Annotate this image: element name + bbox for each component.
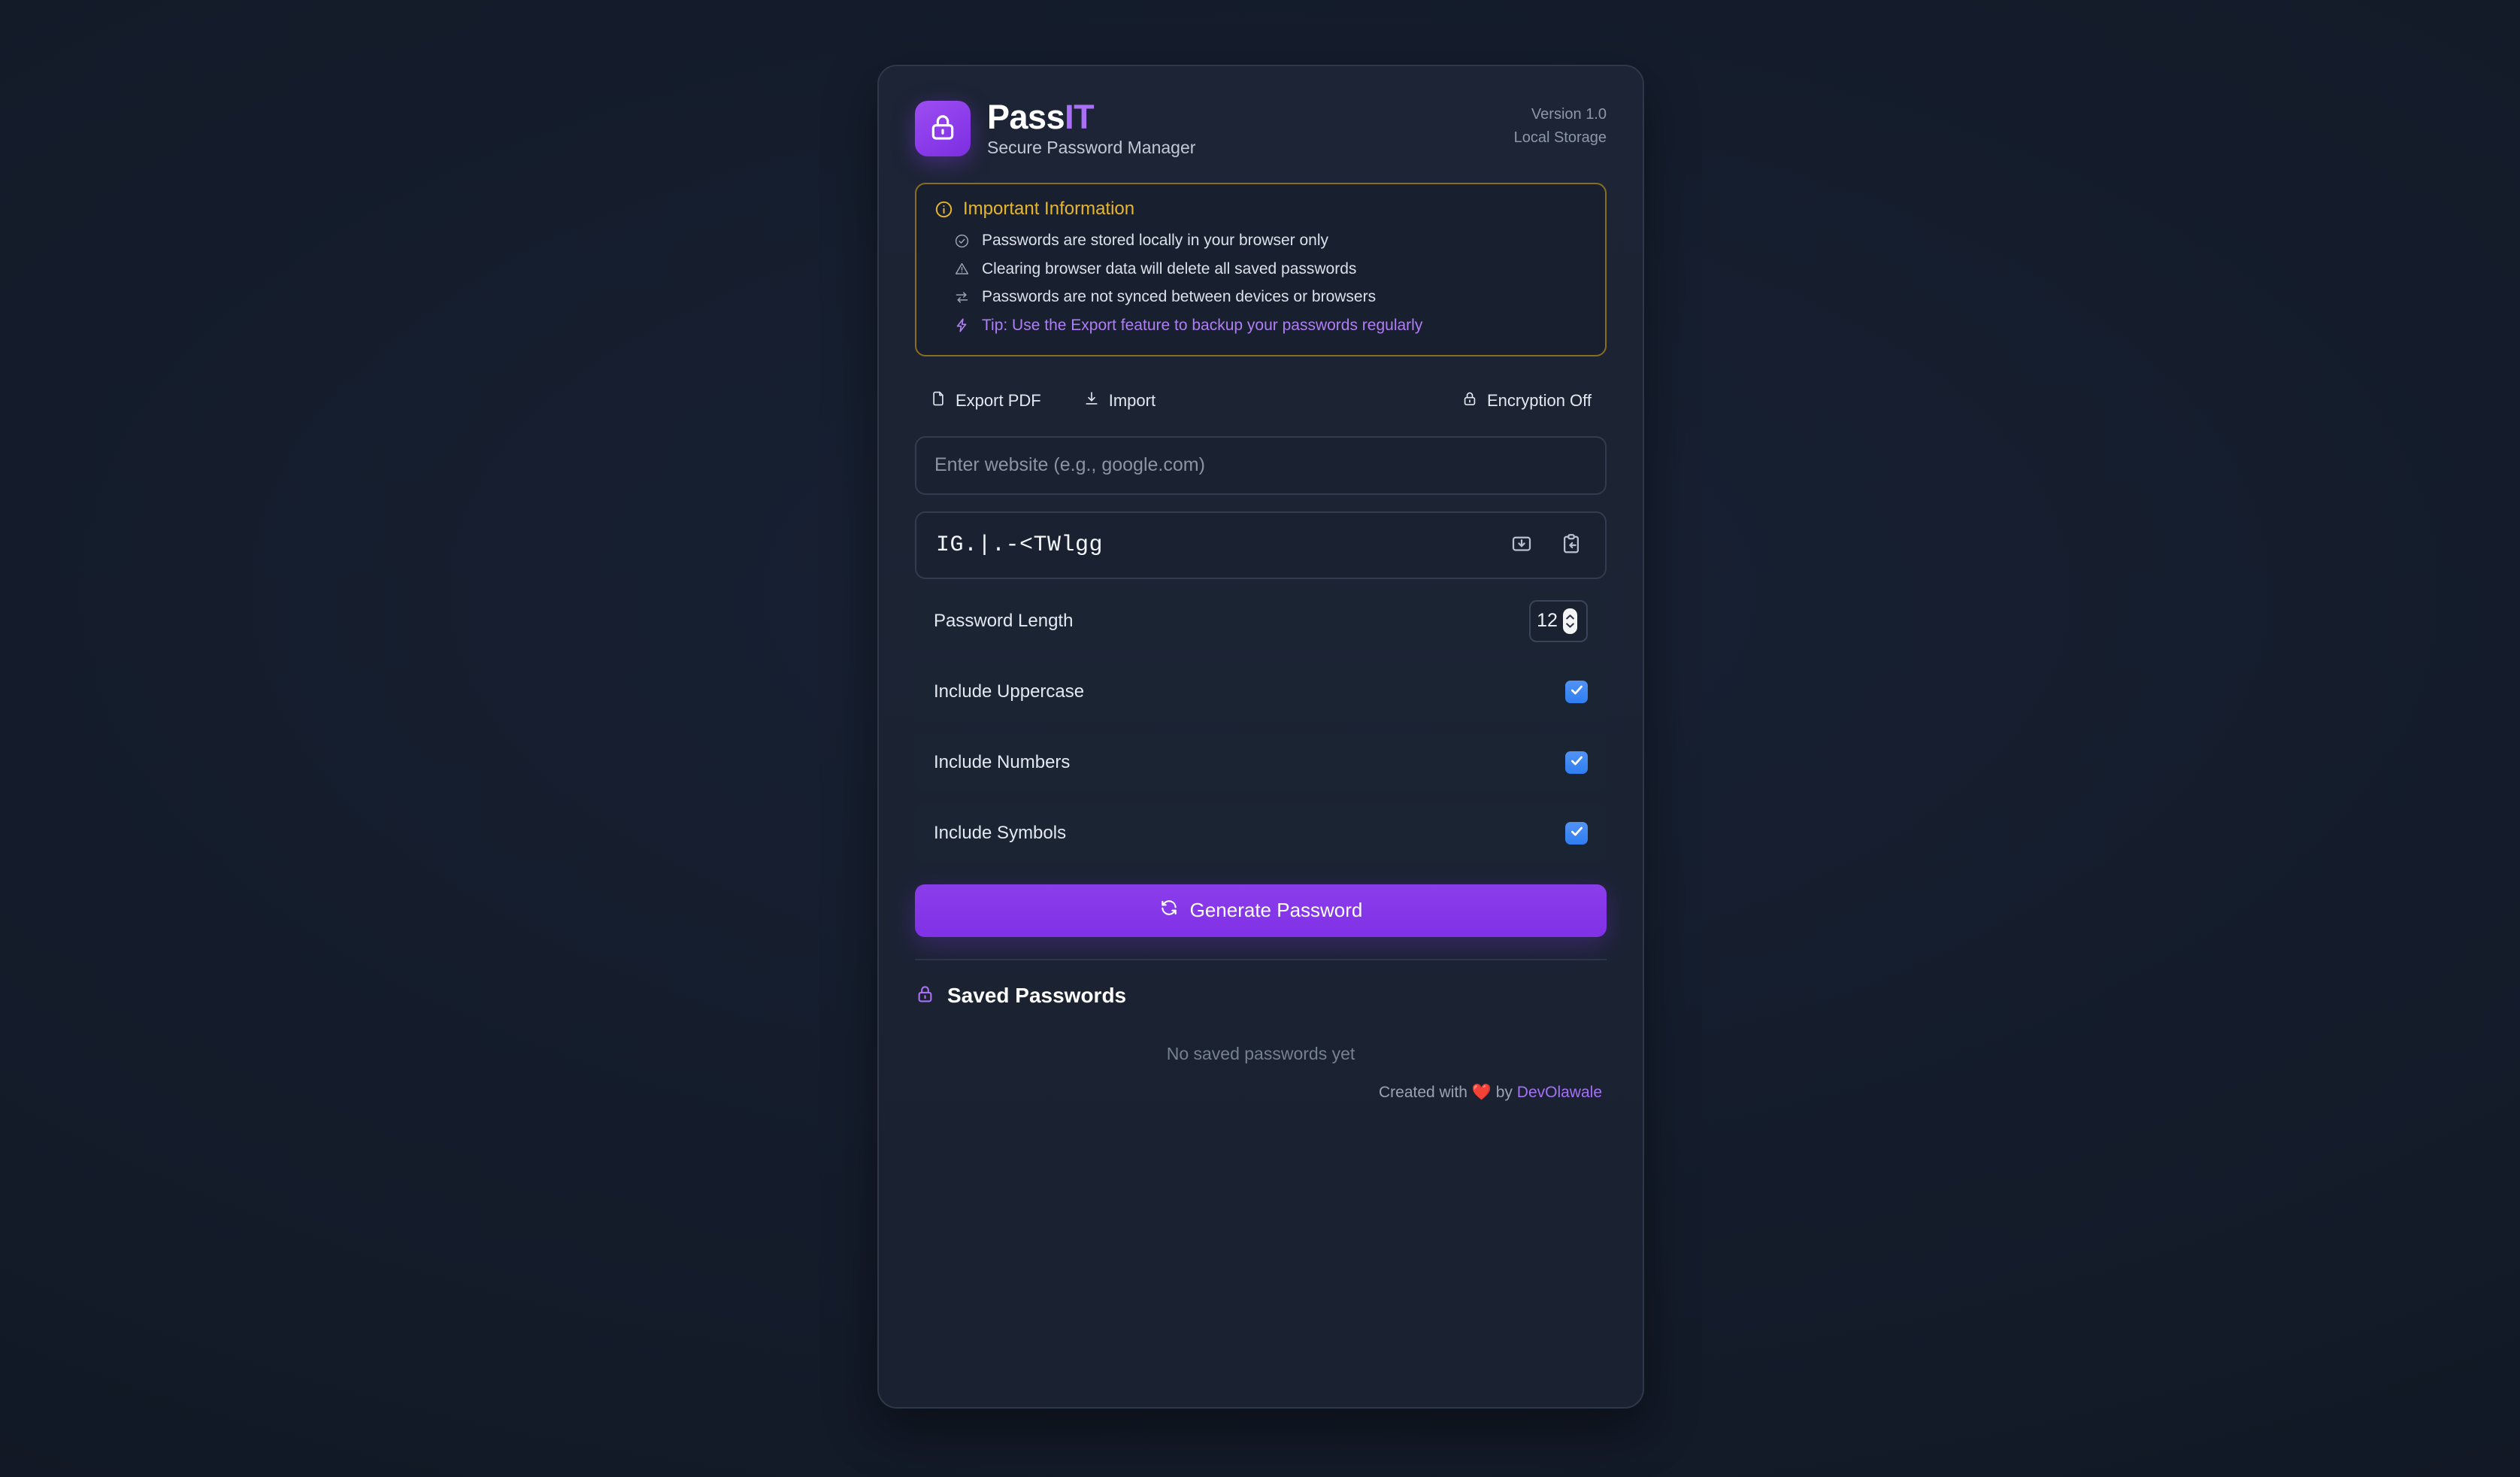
password-length-stepper[interactable]: 12 [1529, 599, 1588, 642]
password-length-row: Password Length 12 [915, 592, 1607, 650]
lightning-bolt-icon [953, 317, 971, 334]
list-item: Passwords are not synced between devices… [953, 284, 1587, 310]
saved-passwords-empty-state: No saved passwords yet [1166, 1043, 1355, 1063]
lock-icon [1461, 390, 1478, 411]
footer-prefix: Created with [1379, 1083, 1467, 1101]
encryption-toggle-button[interactable]: Encryption Off [1460, 387, 1593, 414]
toolbar: Export PDF Import Encryption Off [915, 378, 1607, 424]
lock-icon [915, 984, 935, 1008]
import-button[interactable]: Import [1082, 387, 1157, 414]
info-item-text: Passwords are stored locally in your bro… [982, 232, 1329, 250]
chevron-up-icon[interactable] [1565, 614, 1575, 620]
page-title: PassIT [987, 99, 1195, 135]
app-logo [915, 101, 971, 157]
save-download-icon [1510, 532, 1533, 557]
app-title-main: Pass [987, 98, 1065, 136]
file-icon [930, 390, 947, 411]
app-subtitle: Secure Password Manager [987, 138, 1196, 158]
version-block: Version 1.0 Local Storage [1514, 99, 1607, 147]
saved-passwords-title: Saved Passwords [947, 983, 1127, 1007]
storage-text: Local Storage [1513, 129, 1607, 146]
heart-icon: ❤️ [1471, 1083, 1492, 1101]
info-box-title: Important Information [963, 199, 1135, 220]
clipboard-copy-icon [1560, 532, 1583, 557]
chevron-down-icon[interactable] [1565, 622, 1575, 629]
check-icon [1569, 682, 1585, 702]
include-numbers-row[interactable]: Include Numbers [915, 733, 1607, 791]
brand-text: PassIT Secure Password Manager [987, 99, 1195, 158]
encryption-label: Encryption Off [1487, 390, 1592, 410]
section-divider [915, 958, 1607, 960]
generate-password-label: Generate Password [1189, 899, 1363, 922]
saved-passwords-header: Saved Passwords [915, 984, 1607, 1008]
include-symbols-label: Include Symbols [934, 822, 1067, 843]
include-symbols-row[interactable]: Include Symbols [915, 804, 1607, 862]
include-symbols-checkbox[interactable] [1565, 821, 1588, 845]
important-information-box: Important Information Passwords are stor… [915, 183, 1607, 356]
include-uppercase-checkbox[interactable] [1565, 680, 1588, 703]
info-box-header: Important Information [934, 199, 1587, 220]
info-list: Passwords are stored locally in your bro… [934, 228, 1587, 338]
list-item: Passwords are stored locally in your bro… [953, 228, 1587, 253]
password-length-value: 12 [1537, 610, 1558, 632]
warning-triangle-icon [953, 260, 971, 278]
app-header: PassIT Secure Password Manager Version 1… [915, 99, 1607, 161]
list-item-tip: Tip: Use the Export feature to backup yo… [953, 313, 1587, 338]
app-title-accent: IT [1065, 98, 1095, 136]
download-icon [1083, 390, 1100, 411]
brand: PassIT Secure Password Manager [915, 99, 1195, 158]
import-label: Import [1108, 390, 1156, 410]
list-item: Clearing browser data will delete all sa… [953, 256, 1587, 282]
generated-password-field[interactable]: IG.|.-<TWlgg [915, 511, 1607, 579]
app-card: PassIT Secure Password Manager Version 1… [877, 65, 1644, 1409]
password-length-label: Password Length [934, 610, 1074, 631]
info-item-text: Passwords are not synced between devices… [982, 288, 1377, 306]
include-numbers-checkbox[interactable] [1565, 751, 1588, 774]
refresh-icon [1159, 898, 1179, 923]
include-uppercase-row[interactable]: Include Uppercase [915, 663, 1607, 720]
info-circle-icon [934, 200, 953, 219]
check-circle-icon [953, 232, 971, 250]
footer-author-link[interactable]: DevOlawale [1517, 1084, 1602, 1101]
check-icon [1569, 753, 1585, 772]
generate-password-button[interactable]: Generate Password [915, 884, 1607, 937]
version-text: Version 1.0 [1531, 106, 1607, 123]
include-numbers-label: Include Numbers [934, 751, 1071, 772]
lock-icon [928, 113, 957, 145]
generated-password-value: IG.|.-<TWlgg [936, 532, 1104, 558]
stepper-arrows[interactable] [1562, 608, 1577, 634]
include-uppercase-label: Include Uppercase [934, 681, 1085, 702]
info-item-text: Tip: Use the Export feature to backup yo… [982, 317, 1423, 335]
footer-credit: Created with ❤️ by DevOlawale [915, 1084, 1607, 1102]
save-password-button[interactable] [1507, 529, 1536, 560]
check-icon [1569, 823, 1585, 843]
info-item-text: Clearing browser data will delete all sa… [982, 259, 1357, 278]
export-pdf-label: Export PDF [956, 390, 1041, 410]
password-actions [1507, 529, 1586, 560]
copy-password-button[interactable] [1557, 529, 1586, 560]
export-pdf-button[interactable]: Export PDF [928, 387, 1043, 414]
sync-arrows-icon [953, 289, 971, 306]
footer-middle: by [1495, 1083, 1513, 1101]
website-input[interactable] [915, 435, 1607, 495]
